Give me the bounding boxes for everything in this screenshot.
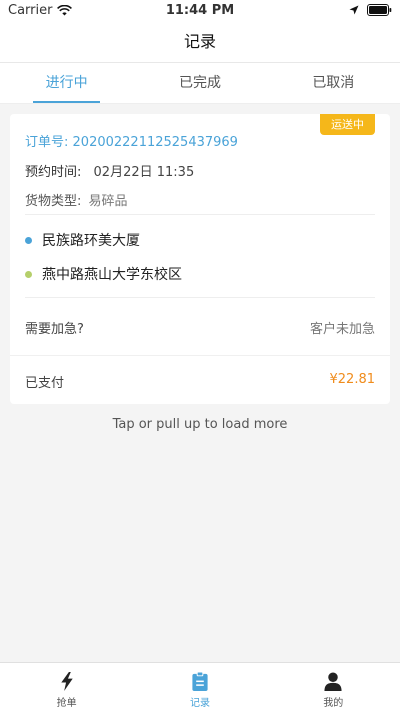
divider bbox=[10, 355, 390, 356]
tabbar-item-mine[interactable]: 我的 bbox=[267, 663, 400, 709]
pickup-address-row: 民族路环美大厦 bbox=[25, 230, 140, 250]
lightning-icon bbox=[60, 672, 73, 691]
tab-completed[interactable]: 已完成 bbox=[133, 63, 266, 103]
urgent-status: 客户未加急 bbox=[309, 322, 375, 337]
divider bbox=[25, 214, 375, 215]
appointment-time-row: 预约时间: 02月22日 11:35 bbox=[25, 161, 194, 180]
appointment-time-label: 预约时间: bbox=[25, 165, 82, 180]
pickup-dot-icon bbox=[25, 236, 32, 244]
divider bbox=[25, 297, 375, 298]
order-number-value: 20200222112525437969 bbox=[72, 135, 238, 150]
tabbar-label: 抢单 bbox=[56, 698, 77, 709]
status-bar: Carrier 11:44 PM bbox=[0, 0, 400, 22]
order-number-label: 订单号: bbox=[25, 135, 69, 150]
order-card[interactable]: 运送中 订单号: 20200222112525437969 预约时间: 02月2… bbox=[10, 114, 390, 404]
navigation-bar: 记录 bbox=[0, 22, 400, 62]
appointment-time-value: 02月22日 11:35 bbox=[93, 165, 195, 180]
status-time: 11:44 PM bbox=[165, 3, 235, 18]
payment-amount: ¥22.81 bbox=[329, 372, 376, 387]
dropoff-address: 燕中路燕山大学东校区 bbox=[42, 267, 182, 283]
cargo-type-value: 易碎品 bbox=[88, 194, 128, 209]
status-badge: 运送中 bbox=[320, 114, 375, 135]
status-right bbox=[349, 4, 392, 16]
cargo-type-label: 货物类型: bbox=[25, 194, 82, 209]
load-more-text[interactable]: Tap or pull up to load more bbox=[0, 417, 400, 432]
payment-row: 已支付 ¥22.81 bbox=[25, 372, 375, 391]
battery-icon bbox=[367, 4, 392, 16]
order-number-row: 订单号: 20200222112525437969 bbox=[25, 131, 238, 150]
tabbar-label: 记录 bbox=[189, 698, 210, 709]
pickup-address: 民族路环美大厦 bbox=[42, 233, 140, 249]
dropoff-dot-icon bbox=[25, 270, 32, 278]
urgent-label: 需要加急? bbox=[25, 322, 84, 337]
tabbar-item-grab-order[interactable]: 抢单 bbox=[0, 663, 133, 709]
segment-tabs: 进行中 已完成 已取消 bbox=[0, 62, 400, 104]
cargo-type-row: 货物类型: 易碎品 bbox=[25, 190, 128, 209]
dropoff-address-row: 燕中路燕山大学东校区 bbox=[25, 264, 182, 284]
tabbar-item-records[interactable]: 记录 bbox=[133, 663, 266, 709]
tabbar-label: 我的 bbox=[323, 698, 344, 709]
tab-cancelled[interactable]: 已取消 bbox=[267, 63, 400, 103]
bottom-tab-bar: 抢单 记录 我的 bbox=[0, 662, 400, 709]
location-arrow-icon bbox=[349, 5, 359, 15]
urgent-row: 需要加急? 客户未加急 bbox=[25, 318, 375, 337]
person-icon bbox=[324, 672, 342, 691]
tab-in-progress[interactable]: 进行中 bbox=[0, 63, 133, 103]
payment-label: 已支付 bbox=[25, 376, 65, 391]
page-title: 记录 bbox=[183, 32, 216, 51]
clipboard-icon bbox=[192, 672, 208, 691]
